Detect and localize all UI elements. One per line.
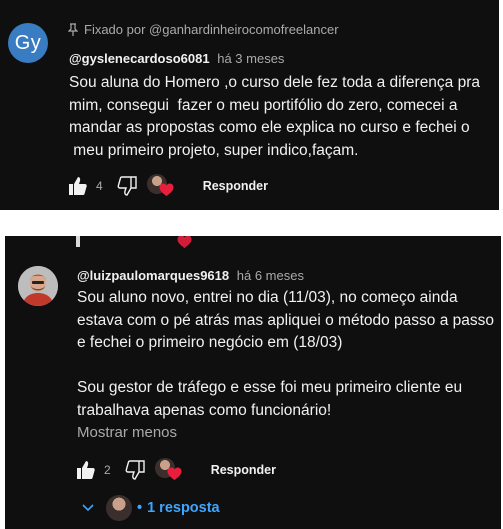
pinned-label: Fixado por @ganhardinheirocomofreelancer xyxy=(68,22,339,37)
author-name[interactable]: @luizpaulomarques9618 xyxy=(77,268,229,283)
like-icon[interactable] xyxy=(76,460,96,480)
comment: @luizpaulomarques9618 há 6 meses Sou alu… xyxy=(5,236,501,529)
comment-actions: 2 Responder xyxy=(76,458,276,482)
heart-icon xyxy=(167,467,182,481)
separator-dot: • xyxy=(137,500,143,516)
creator-heart xyxy=(165,236,193,250)
author-name[interactable]: @gyslenecardoso6081 xyxy=(69,51,210,66)
comment-pinned: Gy Fixado por @ganhardinheirocomofreelan… xyxy=(0,0,499,210)
reply-button[interactable]: Responder xyxy=(203,179,268,193)
avatar[interactable] xyxy=(18,266,58,306)
creator-avatar xyxy=(106,495,132,521)
like-icon xyxy=(76,236,80,247)
like-count: 4 xyxy=(96,179,103,193)
pin-icon xyxy=(68,22,78,36)
replies-count[interactable]: 1 resposta xyxy=(147,500,220,516)
replies-toggle[interactable]: • 1 resposta xyxy=(82,495,220,521)
avatar[interactable]: Gy xyxy=(8,23,48,63)
person-photo-icon xyxy=(18,266,58,306)
comment-header: @gyslenecardoso6081 há 3 meses xyxy=(69,51,284,66)
creator-heart xyxy=(154,458,183,482)
cropped-actions xyxy=(75,236,193,250)
comment-text: Sou aluna do Homero ,o curso dele fez to… xyxy=(69,74,481,159)
comment-time[interactable]: há 6 meses xyxy=(237,268,304,283)
heart-icon xyxy=(177,236,192,249)
dislike-icon[interactable] xyxy=(125,460,145,480)
like-count: 2 xyxy=(104,463,111,477)
reply-button[interactable]: Responder xyxy=(211,463,276,477)
comment-time[interactable]: há 3 meses xyxy=(217,51,284,66)
comment-text: Sou aluno novo, entrei no dia (11/03), n… xyxy=(77,289,495,419)
comment-header: @luizpaulomarques9618 há 6 meses xyxy=(77,268,304,283)
creator-heart xyxy=(146,174,175,198)
chevron-down-icon xyxy=(82,504,94,512)
like-icon[interactable] xyxy=(68,176,88,196)
pinned-text: Fixado por @ganhardinheirocomofreelancer xyxy=(84,22,339,37)
dislike-icon[interactable] xyxy=(117,176,137,196)
heart-icon xyxy=(159,183,174,197)
comment-actions: 4 Responder xyxy=(68,174,268,198)
show-less-button[interactable]: Mostrar menos xyxy=(77,424,177,441)
